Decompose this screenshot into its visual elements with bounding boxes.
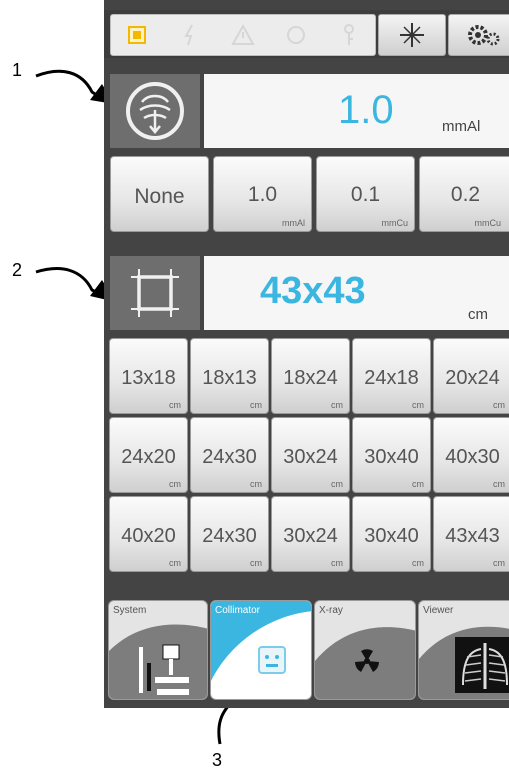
size-preset-18x13[interactable]: 18x13 cm — [190, 338, 269, 414]
size-preset-unit: cm — [250, 400, 262, 410]
chest-xray-icon — [455, 637, 509, 693]
size-preset-label: 24x20 — [121, 446, 176, 468]
size-preset-40x30[interactable]: 40x30 cm — [433, 417, 509, 493]
size-preset-30x24[interactable]: 30x24 cm — [271, 417, 350, 493]
size-preset-unit: cm — [331, 558, 343, 568]
size-preset-label: 30x24 — [283, 446, 338, 468]
tab-label: X-ray — [319, 605, 343, 616]
size-preset-24x30[interactable]: 24x30 cm — [190, 417, 269, 493]
filter-option-label: 0.2 — [450, 183, 481, 206]
filter-option-none[interactable]: None — [110, 156, 209, 232]
filter-option-0-2-mmcu[interactable]: 0.2 mmCu — [419, 156, 509, 232]
filter-unit: mmAl — [442, 118, 481, 135]
size-preset-unit: cm — [493, 479, 505, 489]
size-preset-label: 24x18 — [364, 367, 419, 389]
field-size-unit: cm — [468, 306, 488, 323]
field-size-display: 43x43 cm — [204, 256, 509, 330]
tab-xray[interactable]: X-ray — [314, 600, 416, 700]
size-preset-label: 40x30 — [445, 446, 500, 468]
filter-option-unit: mmAl — [282, 218, 305, 228]
circle-icon — [283, 22, 309, 48]
size-preset-label: 18x13 — [202, 367, 257, 389]
size-preset-30x40[interactable]: 30x40 cm — [352, 496, 431, 572]
tab-label: Collimator — [215, 605, 261, 616]
size-preset-label: 24x30 — [202, 446, 257, 468]
size-preset-24x30[interactable]: 24x30 cm — [190, 496, 269, 572]
size-preset-unit: cm — [493, 558, 505, 568]
key-icon — [336, 22, 362, 48]
field-size-icon-button[interactable] — [110, 256, 200, 330]
tab-viewer[interactable]: Viewer — [418, 600, 509, 700]
callout-2-label: 2 — [12, 260, 23, 280]
size-preset-unit: cm — [169, 479, 181, 489]
size-preset-18x24[interactable]: 18x24 cm — [271, 338, 350, 414]
size-preset-30x40[interactable]: 30x40 cm — [352, 417, 431, 493]
size-preset-unit: cm — [412, 558, 424, 568]
filter-option-label: 1.0 — [247, 183, 278, 206]
collimator-frame-icon — [131, 269, 179, 317]
radiation-icon — [355, 649, 379, 672]
collimator-panel: 1.0 mmAl None 1.0 mmAl 0.1 mmCu 0.2 mmCu… — [104, 0, 509, 708]
size-preset-20x24[interactable]: 20x24 cm — [433, 338, 509, 414]
filter-option-unit: mmCu — [474, 218, 502, 228]
size-preset-label: 24x30 — [202, 525, 257, 547]
size-preset-40x20[interactable]: 40x20 cm — [109, 496, 188, 572]
size-preset-unit: cm — [169, 558, 181, 568]
lightning-icon — [177, 22, 203, 48]
callout-3-label: 3 — [212, 750, 223, 770]
crosshair-icon — [400, 23, 424, 47]
tab-label: Viewer — [423, 605, 454, 616]
size-preset-label: 20x24 — [445, 367, 500, 389]
size-preset-unit: cm — [331, 479, 343, 489]
crosshair-button[interactable] — [378, 14, 446, 56]
filter-icon-button[interactable] — [110, 74, 200, 148]
size-preset-unit: cm — [331, 400, 343, 410]
size-preset-label: 18x24 — [283, 367, 338, 389]
size-preset-unit: cm — [169, 400, 181, 410]
filter-value: 1.0 — [338, 88, 394, 132]
collimator-icon — [258, 646, 286, 674]
size-preset-24x18[interactable]: 24x18 cm — [352, 338, 431, 414]
size-preset-label: 30x24 — [283, 525, 338, 547]
filter-option-0-1-mmcu[interactable]: 0.1 mmCu — [316, 156, 415, 232]
settings-gears-icon — [468, 25, 500, 46]
warning-icon — [230, 22, 256, 48]
status-icon-strip — [110, 14, 376, 56]
size-preset-unit: cm — [412, 479, 424, 489]
status-bar — [104, 10, 509, 58]
system-stand-icon — [139, 644, 189, 695]
size-preset-13x18[interactable]: 13x18 cm — [109, 338, 188, 414]
status-square-icon — [124, 22, 150, 48]
size-preset-unit: cm — [250, 479, 262, 489]
filter-option-label: 0.1 — [350, 183, 381, 206]
tab-label: System — [113, 605, 147, 616]
size-preset-label: 43x43 — [445, 525, 500, 547]
filter-option-unit: mmCu — [381, 218, 409, 228]
tab-system[interactable]: System — [108, 600, 208, 700]
field-size-value: 43x43 — [260, 270, 366, 312]
callout-1-label: 1 — [12, 60, 23, 80]
tab-collimator[interactable]: Collimator — [210, 600, 312, 700]
size-preset-43x43[interactable]: 43x43 cm — [433, 496, 509, 572]
size-preset-label: 40x20 — [121, 525, 176, 547]
filter-option-label: None — [134, 185, 185, 208]
size-preset-unit: cm — [250, 558, 262, 568]
size-preset-label: 30x40 — [364, 525, 419, 547]
size-preset-unit: cm — [412, 400, 424, 410]
filter-icon — [126, 82, 184, 140]
size-preset-30x24[interactable]: 30x24 cm — [271, 496, 350, 572]
filter-option-1-0-mmal[interactable]: 1.0 mmAl — [213, 156, 312, 232]
size-preset-unit: cm — [493, 400, 505, 410]
settings-button[interactable] — [448, 14, 509, 56]
size-preset-label: 13x18 — [121, 367, 176, 389]
filter-value-display: 1.0 mmAl — [204, 74, 509, 148]
size-preset-24x20[interactable]: 24x20 cm — [109, 417, 188, 493]
size-preset-label: 30x40 — [364, 446, 419, 468]
